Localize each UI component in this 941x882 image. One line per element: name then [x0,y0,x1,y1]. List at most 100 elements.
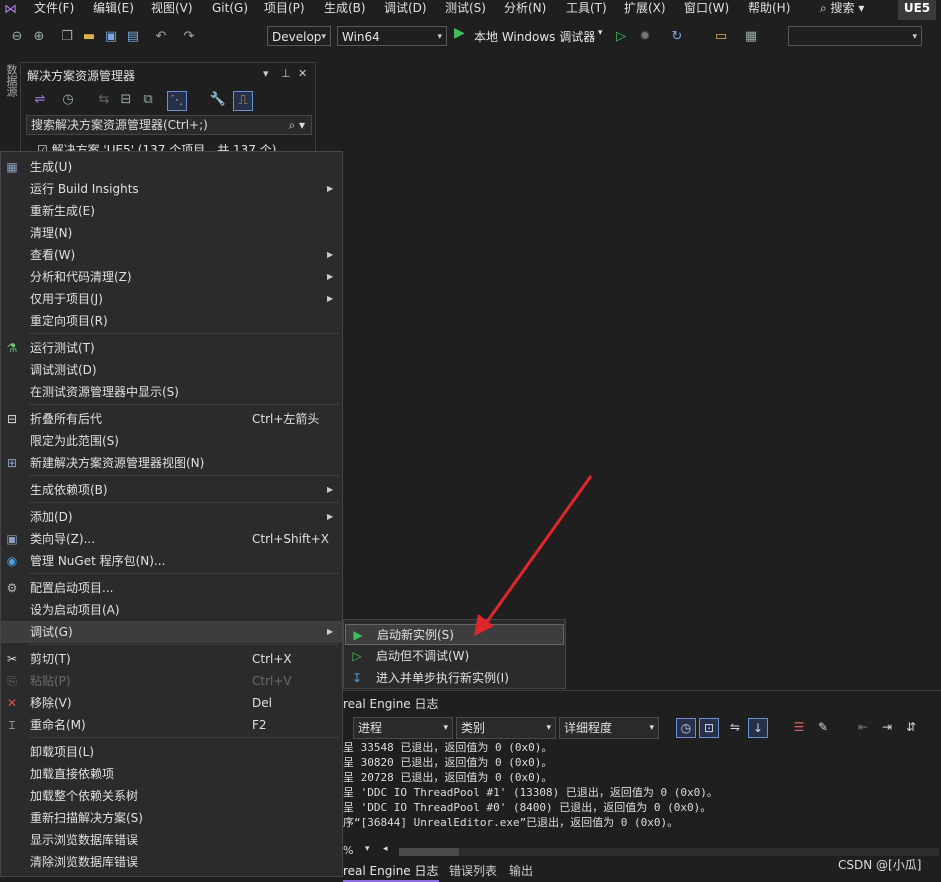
menu-item-19[interactable]: ⚙ 配置启动项目... [1,577,342,599]
menu-item-1[interactable]: ▦ 生成(U) [1,156,342,178]
preview-icon[interactable]: ⎍ [233,91,253,111]
menu-item-21[interactable]: 调试(G) ▶ [1,621,342,643]
undo-icon[interactable]: ↶ [152,28,170,46]
data-source-tab[interactable]: 数据源 [3,64,19,97]
scroll-left-icon[interactable]: ◂ [383,844,388,854]
menu-8[interactable]: 测试(S) [445,0,486,20]
menu-item-25[interactable]: ⌶ 重命名(M) F2 [1,714,342,736]
forward-icon[interactable]: ⊕ [30,28,48,46]
menu-item-23[interactable]: ⎘ 粘贴(P) Ctrl+V [1,670,342,692]
configuration-select[interactable]: Develop ▾ [267,26,331,46]
menu-item-9[interactable]: ⚗ 运行测试(T) [1,337,342,359]
menu-2[interactable]: 编辑(E) [93,0,134,20]
back-icon[interactable]: ⊖ [8,28,26,46]
outdent-icon[interactable]: ⇥ [877,718,897,738]
menu-item-29[interactable]: 重新扫描解决方案(S) [1,807,342,829]
collapse-all-icon[interactable]: ⊟ [117,91,135,109]
history-icon[interactable]: ◷ [59,91,77,109]
menu-item-17[interactable]: ▣ 类向导(Z)... Ctrl+Shift+X [1,528,342,550]
platform-select[interactable]: Win64 ▾ [337,26,447,46]
save-log-icon[interactable]: ✎ [813,718,833,738]
sync-icon[interactable]: ⇆ [95,91,113,109]
tab-unreal-engine-log[interactable]: real Engine 日志 [343,862,439,882]
layout-icon[interactable]: ▦ [742,28,760,46]
menu-item-11[interactable]: 在测试资源管理器中显示(S) [1,381,342,403]
vs-switch-view-icon[interactable]: ⇌ [31,91,49,109]
clear-all-icon[interactable]: ☰ [789,718,809,738]
start-debug-icon[interactable]: ▶ [454,25,465,41]
debug-submenu-item-2[interactable]: ▷ 启动但不调试(W) [345,646,564,667]
tab-error-list[interactable]: 错误列表 [449,862,497,880]
menu-5[interactable]: 项目(P) [264,0,305,20]
open-folder-icon[interactable]: ▬ [80,28,98,46]
menu-item-3[interactable]: 重新生成(E) [1,200,342,222]
save-all-icon[interactable]: ▤ [124,28,142,46]
lock-icon[interactable]: ⊡ [699,718,719,738]
verbosity-filter-select[interactable]: 详细程度 ▾ [559,717,659,739]
process-filter-select[interactable]: 进程 ▾ [353,717,453,739]
menu-item-8[interactable]: 重定向项目(R) [1,310,342,332]
close-icon[interactable]: ✕ [298,67,307,80]
menu-item-14[interactable]: ⊞ 新建解决方案资源管理器视图(N) [1,452,342,474]
menu-item-15[interactable]: 生成依赖项(B) ▶ [1,479,342,501]
zoom-level[interactable]: % [343,844,353,857]
toolbar-empty-select[interactable]: ▾ [788,26,922,46]
horizontal-scrollbar-thumb[interactable] [399,848,459,856]
menu-12[interactable]: 窗口(W) [684,0,729,20]
refresh-icon[interactable]: ↻ [668,28,686,46]
menu-9[interactable]: 分析(N) [504,0,546,20]
menu-item-16[interactable]: 添加(D) ▶ [1,506,342,528]
search-box[interactable]: ⌕ 搜索 ▾ [820,0,864,16]
menu-1[interactable]: 文件(F) [34,0,74,20]
visual-studio-logo-icon[interactable]: ⋈ [4,2,22,18]
redo-icon[interactable]: ↷ [180,28,198,46]
word-wrap-icon[interactable]: ⇋ [725,718,745,738]
menu-item-12[interactable]: ⊟ 折叠所有后代 Ctrl+左箭头 [1,408,342,430]
menu-7[interactable]: 调试(D) [384,0,427,20]
menu-item-24[interactable]: ✕ 移除(V) Del [1,692,342,714]
menu-item-28[interactable]: 加载整个依赖关系树 [1,785,342,807]
menu-item-2[interactable]: 运行 Build Insights ▶ [1,178,342,200]
menu-item-22[interactable]: ✂ 剪切(T) Ctrl+X [1,648,342,670]
debug-submenu-item-1[interactable]: ▶ 启动新实例(S) [345,624,564,645]
tab-output[interactable]: 输出 [509,862,533,880]
menu-item-26[interactable]: 卸载项目(L) [1,741,342,763]
menu-item-18[interactable]: ◉ 管理 NuGet 程序包(N)... [1,550,342,572]
start-without-debug-icon[interactable]: ▷ [612,28,630,46]
filter-icon[interactable]: ⋱ [167,91,187,111]
project-badge[interactable]: UE5 [898,0,936,20]
debug-submenu-item-3[interactable]: ↧ 进入并单步执行新实例(I) [345,668,564,689]
menu-item-5[interactable]: 查看(W) ▶ [1,244,342,266]
menu-11[interactable]: 扩展(X) [624,0,666,20]
align-icon[interactable]: ⇵ [901,718,921,738]
hot-reload-icon[interactable]: ✹ [636,28,654,46]
new-item-icon[interactable]: ❐ [58,28,76,46]
menu-item-4[interactable]: 清理(N) [1,222,342,244]
menu-item-7[interactable]: 仅用于项目(J) ▶ [1,288,342,310]
pin-icon[interactable]: ⊥ [281,67,291,80]
scroll-to-end-icon[interactable]: ↓ [748,718,768,738]
folder-icon[interactable]: ▭ [712,28,730,46]
menu-13[interactable]: 帮助(H) [748,0,790,20]
menu-item-13[interactable]: 限定为此范围(S) [1,430,342,452]
menu-item-30[interactable]: 显示浏览数据库错误 [1,829,342,851]
menu-4[interactable]: Git(G) [212,0,248,20]
menu-item-20[interactable]: 设为启动项目(A) [1,599,342,621]
save-icon[interactable]: ▣ [102,28,120,46]
timestamp-icon[interactable]: ◷ [676,718,696,738]
menu-item-27[interactable]: 加载直接依赖项 [1,763,342,785]
menu-item-6[interactable]: 分析和代码清理(Z) ▶ [1,266,342,288]
menu-3[interactable]: 视图(V) [151,0,193,20]
solution-search-input[interactable]: 搜索解决方案资源管理器(Ctrl+;) ⌕ ▾ [26,115,312,135]
panel-dropdown-icon[interactable]: ▾ [263,67,269,80]
show-all-files-icon[interactable]: ⧉ [139,91,157,109]
menu-item-10[interactable]: 调试测试(D) [1,359,342,381]
run-dropdown-icon[interactable]: ▾ [598,28,603,38]
indent-icon[interactable]: ⇤ [853,718,873,738]
menu-10[interactable]: 工具(T) [566,0,607,20]
zoom-dropdown-icon[interactable]: ▾ [365,844,370,854]
properties-icon[interactable]: 🔧 [209,91,227,109]
horizontal-scrollbar-track[interactable] [399,848,939,856]
menu-item-31[interactable]: 清除浏览数据库错误 [1,851,342,873]
start-debug-button[interactable]: 本地 Windows 调试器 [474,28,595,45]
